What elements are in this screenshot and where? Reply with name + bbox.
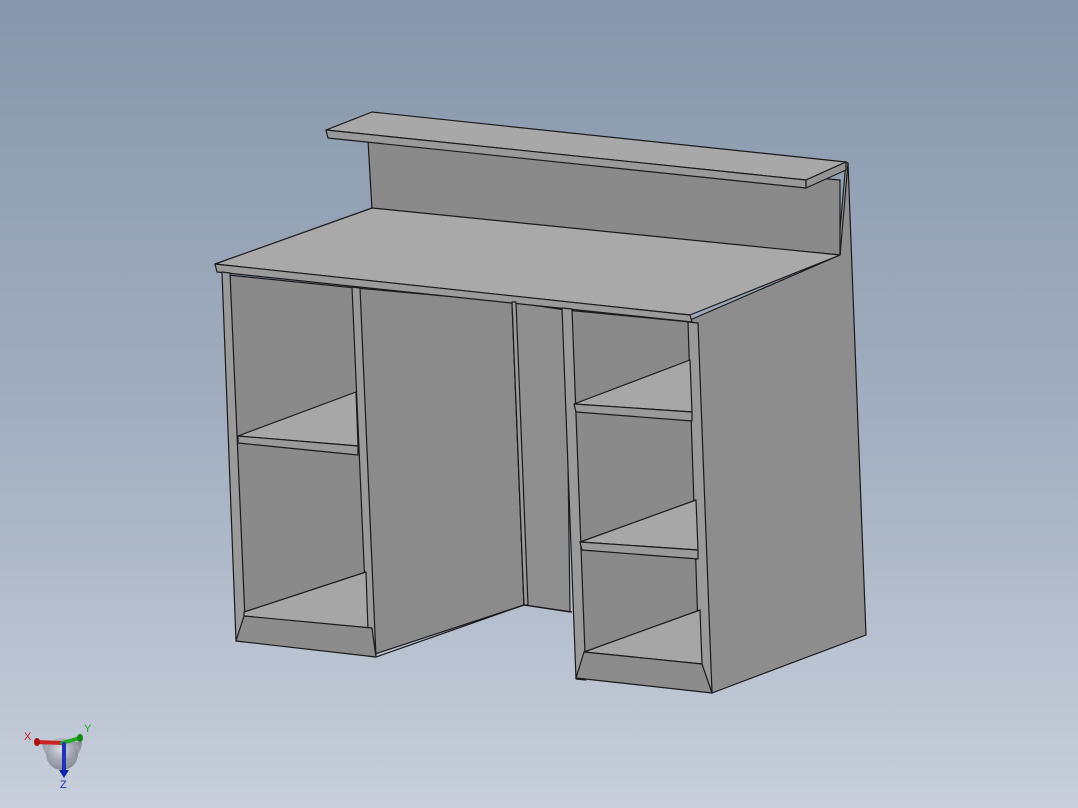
desk-model[interactable] — [0, 0, 1078, 808]
x-axis-icon — [35, 740, 64, 745]
z-axis-label: Z — [60, 779, 67, 791]
right-pedestal-cavity — [565, 309, 701, 663]
coordinate-triad[interactable]: X Y Z — [20, 718, 100, 798]
graphics-viewport[interactable]: X Y Z — [0, 0, 1078, 808]
center-back-panel — [355, 287, 525, 656]
x-axis-label: X — [24, 731, 32, 743]
y-axis-label: Y — [84, 723, 92, 735]
